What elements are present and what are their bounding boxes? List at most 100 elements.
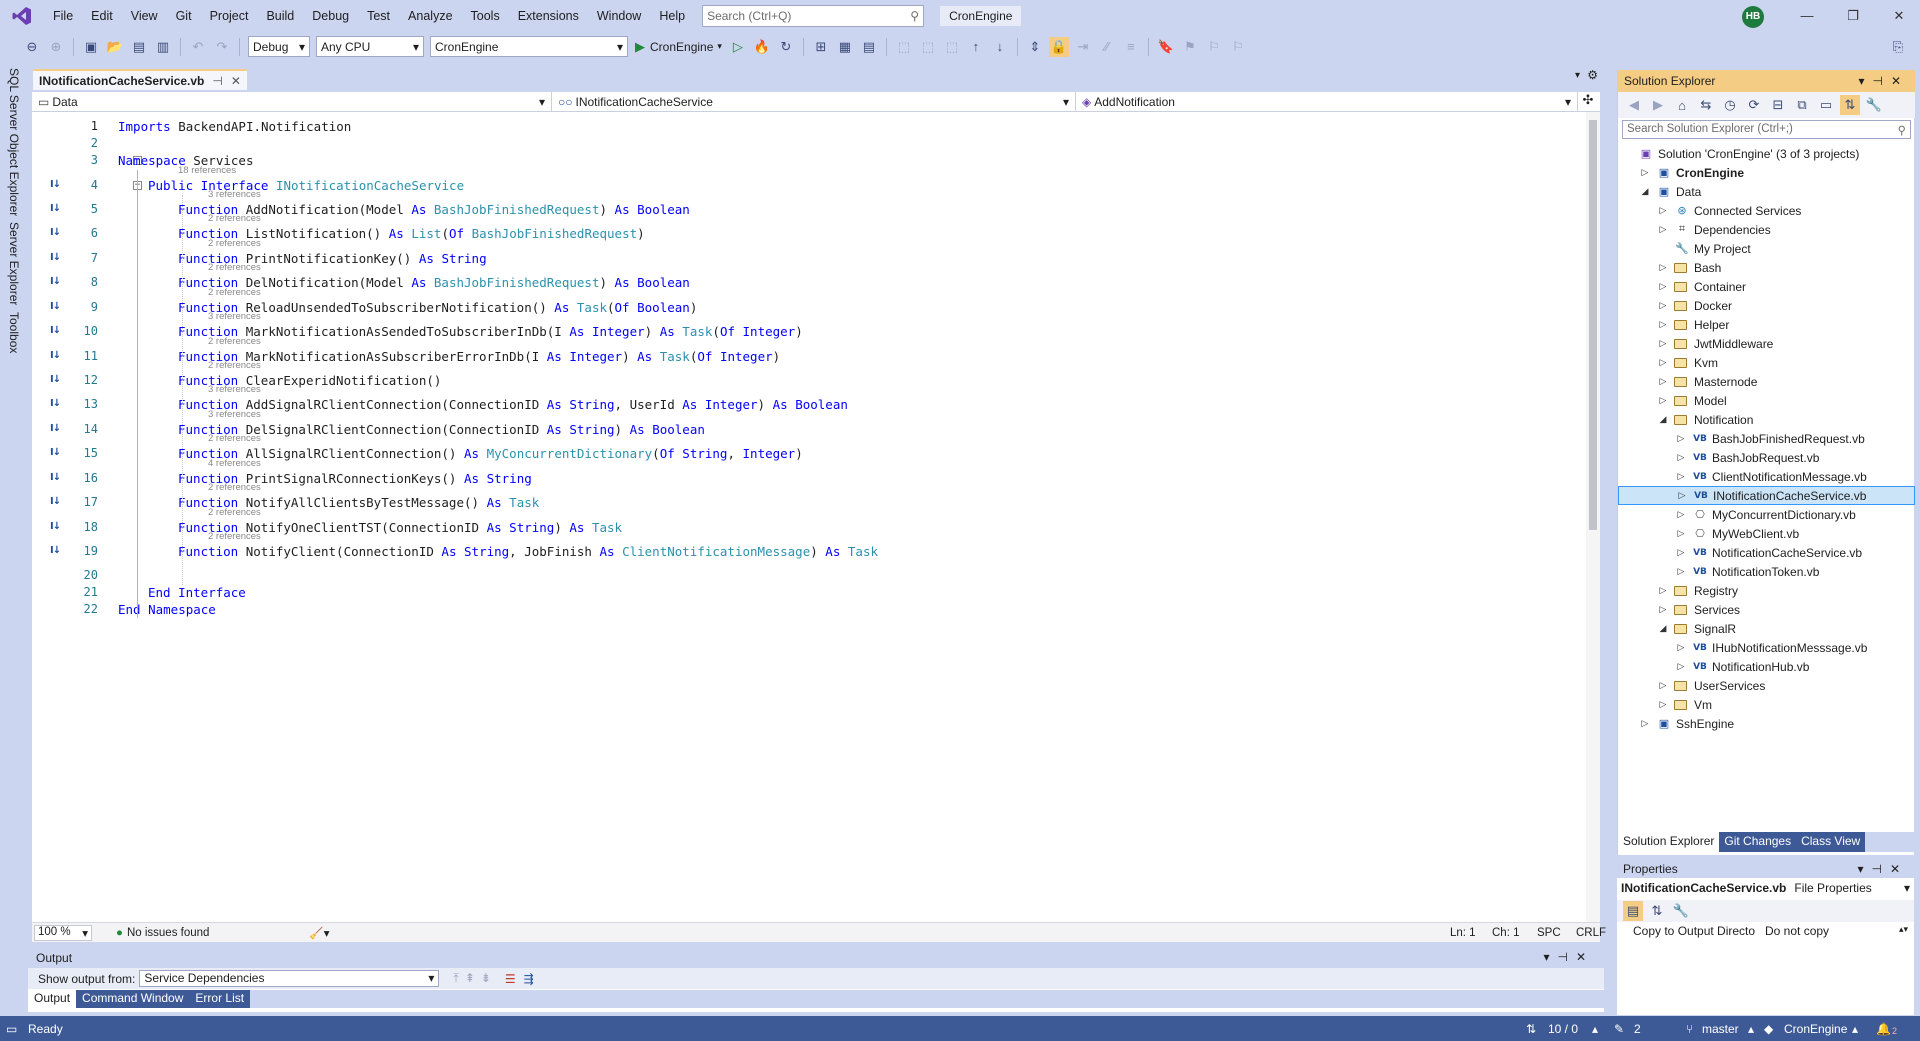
code-line[interactable]: 14 I↓ 3 references Function DelSignalRClien… bbox=[32, 409, 1592, 438]
open-folder-icon[interactable]: 📂 bbox=[105, 37, 125, 57]
gear-icon[interactable]: ⚙ bbox=[1587, 68, 1598, 82]
issues-status[interactable]: No issues found bbox=[127, 927, 209, 939]
menu-tools[interactable]: Tools bbox=[462, 0, 509, 32]
platform-select[interactable]: Any CPU ▾ bbox=[316, 36, 424, 57]
code-editor[interactable]: 1 Imports BackendAPI.Notification 2 3− Names… bbox=[32, 112, 1600, 922]
code-line[interactable]: 2 bbox=[32, 135, 1592, 152]
codelens-references[interactable]: 2 references bbox=[208, 507, 261, 518]
menu-file[interactable]: File bbox=[44, 0, 82, 32]
split-editor-icon[interactable]: ✣ bbox=[1578, 92, 1598, 111]
switch-views-icon[interactable]: ⇆ bbox=[1696, 95, 1716, 115]
implementation-marker-icon[interactable]: I↓ bbox=[50, 301, 61, 312]
tree-item[interactable]: ▷ Model bbox=[1618, 391, 1915, 410]
scroll-icon[interactable]: ▴▾ bbox=[1899, 924, 1908, 942]
forward-icon[interactable]: ⊕ bbox=[46, 37, 66, 57]
menu-test[interactable]: Test bbox=[358, 0, 399, 32]
hot-reload-icon[interactable]: 🔥 bbox=[752, 37, 772, 57]
tab-solution-explorer[interactable]: Solution Explorer bbox=[1618, 832, 1720, 852]
output-window-icon[interactable]: ▭ bbox=[6, 1022, 17, 1036]
tree-item[interactable]: ▷ Vm bbox=[1618, 695, 1915, 714]
show-all-files-icon[interactable]: ⧉ bbox=[1792, 95, 1812, 115]
home-icon[interactable]: ⌂ bbox=[1672, 95, 1692, 115]
tree-item[interactable]: ▷ VB ClientNotificationMessage.vb bbox=[1618, 467, 1915, 486]
clear-all-icon[interactable]: ☰ bbox=[505, 972, 516, 986]
collapsed-arrow-icon[interactable]: ▷ bbox=[1658, 680, 1668, 691]
tree-item[interactable]: ▷ VB NotificationHub.vb bbox=[1618, 657, 1915, 676]
tree-item[interactable]: ▷ ⎔ MyWebClient.vb bbox=[1618, 524, 1915, 543]
lock-icon[interactable]: 🔒 bbox=[1048, 36, 1069, 57]
chevron-down-icon[interactable]: ▾ bbox=[1575, 70, 1580, 81]
code-line[interactable]: 21 End Interface bbox=[32, 584, 1592, 601]
tree-item[interactable]: ◢ Notification bbox=[1618, 410, 1915, 429]
menu-git[interactable]: Git bbox=[167, 0, 201, 32]
vertical-scrollbar[interactable] bbox=[1586, 112, 1600, 922]
configuration-select[interactable]: Debug ▾ bbox=[248, 36, 310, 57]
column-number[interactable]: Ch: 1 bbox=[1492, 927, 1520, 939]
save-all-icon[interactable]: ▥ bbox=[153, 37, 173, 57]
git-repository[interactable]: CronEngine bbox=[1784, 1022, 1847, 1036]
panel-controls-icon[interactable]: ▾⊣✕ bbox=[1543, 950, 1594, 964]
implementation-marker-icon[interactable]: I↓ bbox=[50, 179, 61, 190]
codelens-references[interactable]: 3 references bbox=[208, 409, 261, 420]
codelens-references[interactable]: 2 references bbox=[208, 262, 261, 273]
codelens-references[interactable]: 2 references bbox=[208, 287, 261, 298]
close-icon[interactable]: ✕ bbox=[231, 74, 241, 88]
collapsed-arrow-icon[interactable]: ▷ bbox=[1676, 547, 1686, 558]
indent-icon[interactable]: ⇥ bbox=[1073, 37, 1093, 57]
menu-window[interactable]: Window bbox=[588, 0, 650, 32]
start-without-debugging-icon[interactable]: ▷ bbox=[728, 37, 748, 57]
whitespace-mode[interactable]: SPC bbox=[1537, 927, 1561, 939]
implementation-marker-icon[interactable]: I↓ bbox=[50, 252, 61, 263]
implementation-marker-icon[interactable]: I↓ bbox=[50, 472, 61, 483]
startup-project-select[interactable]: CronEngine ▾ bbox=[430, 36, 628, 57]
implementation-marker-icon[interactable]: I↓ bbox=[50, 276, 61, 287]
tree-item[interactable]: ▷ VB NotificationCacheService.vb bbox=[1618, 543, 1915, 562]
collapsed-arrow-icon[interactable]: ▷ bbox=[1676, 509, 1686, 520]
implementation-marker-icon[interactable]: I↓ bbox=[50, 545, 61, 556]
expanded-arrow-icon[interactable]: ◢ bbox=[1658, 623, 1668, 634]
restore-icon[interactable]: ❐ bbox=[1830, 0, 1876, 32]
tree-item[interactable]: ◢ SignalR bbox=[1618, 619, 1915, 638]
codelens-references[interactable]: 3 references bbox=[208, 384, 261, 395]
panel-controls-icon[interactable]: ▾⊣✕ bbox=[1858, 74, 1909, 88]
code-line[interactable]: 11 I↓ 2 references Function MarkNotificatio… bbox=[32, 336, 1592, 365]
output-source-select[interactable]: Service Dependencies ▾ bbox=[139, 970, 440, 987]
minimize-icon[interactable]: — bbox=[1784, 0, 1830, 32]
tree-item[interactable]: ▷ Bash bbox=[1618, 258, 1915, 277]
track-active-item-icon[interactable]: ⇅ bbox=[1840, 95, 1860, 115]
code-line[interactable]: 18 I↓ 2 references Function NotifyOneClient… bbox=[32, 507, 1592, 536]
pending-changes-filter-icon[interactable]: ◷ bbox=[1720, 95, 1740, 115]
implementation-marker-icon[interactable]: I↓ bbox=[50, 227, 61, 238]
menu-build[interactable]: Build bbox=[257, 0, 303, 32]
code-line[interactable]: 12 I↓ 2 references Function ClearExperidNot… bbox=[32, 360, 1592, 389]
code-line[interactable]: 8 I↓ 2 references Function DelNotification(… bbox=[32, 262, 1592, 291]
notifications-count[interactable]: 2 bbox=[1892, 1026, 1897, 1036]
code-line[interactable]: 10 I↓ 3 references Function MarkNotificatio… bbox=[32, 311, 1592, 340]
tree-item[interactable]: ▷ VB INotificationCacheService.vb bbox=[1618, 486, 1915, 505]
code-line[interactable]: 13 I↓ 3 references Function AddSignalRClien… bbox=[32, 384, 1592, 413]
word-wrap-icon[interactable]: ⇶ bbox=[524, 972, 534, 986]
back-icon[interactable]: ⊖ bbox=[22, 37, 42, 57]
tree-item[interactable]: ▷ ⎔ MyConcurrentDictionary.vb bbox=[1618, 505, 1915, 524]
implementation-marker-icon[interactable]: I↓ bbox=[50, 423, 61, 434]
menu-extensions[interactable]: Extensions bbox=[509, 0, 588, 32]
codelens-references[interactable]: 2 references bbox=[208, 238, 261, 249]
project-dropdown[interactable]: ▭ Data ▾ bbox=[32, 92, 552, 112]
tree-item[interactable]: ▷ VB NotificationToken.vb bbox=[1618, 562, 1915, 581]
line-ending[interactable]: CRLF bbox=[1576, 927, 1606, 939]
codelens-references[interactable]: 2 references bbox=[208, 360, 261, 371]
implementation-marker-icon[interactable]: I↓ bbox=[50, 350, 61, 361]
code-cleanup-icon[interactable]: 🧹▾ bbox=[309, 926, 329, 940]
avatar[interactable]: HB bbox=[1742, 6, 1764, 28]
panel-controls-icon[interactable]: ▾⊣✕ bbox=[1857, 862, 1908, 876]
tree-item[interactable]: 🔧 My Project bbox=[1618, 239, 1915, 258]
bookmark-prev-icon[interactable]: ⬚ bbox=[894, 37, 914, 57]
tree-item[interactable]: ▷ Registry bbox=[1618, 581, 1915, 600]
new-project-icon[interactable]: ▣ bbox=[81, 37, 101, 57]
close-icon[interactable]: ✕ bbox=[1876, 0, 1920, 32]
code-line[interactable]: 16 I↓ 4 references Function PrintSignalRCon… bbox=[32, 458, 1592, 487]
code-line[interactable]: 19 I↓ 2 references Function NotifyClient(Co… bbox=[32, 531, 1592, 560]
tree-item[interactable]: ▷ ▣ CronEngine bbox=[1618, 163, 1915, 182]
tree-item[interactable]: ▷ UserServices bbox=[1618, 676, 1915, 695]
collapsed-arrow-icon[interactable]: ▷ bbox=[1658, 300, 1668, 311]
